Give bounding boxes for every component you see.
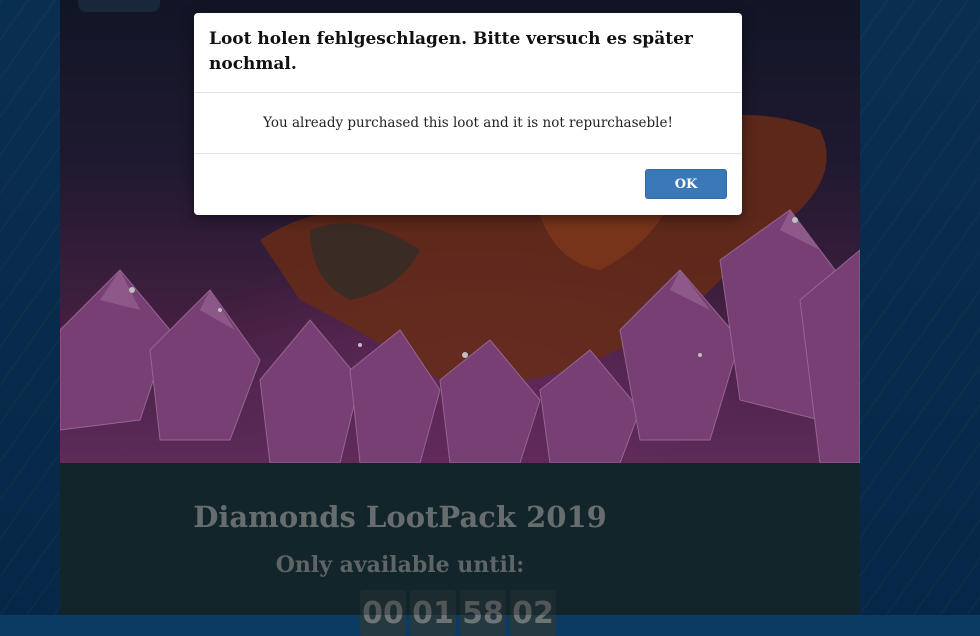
dialog-message: You already purchased this loot and it i… bbox=[263, 115, 673, 131]
ok-button[interactable]: OK bbox=[645, 169, 727, 199]
dialog-footer: OK bbox=[194, 154, 742, 215]
dialog-header: Loot holen fehlgeschlagen. Bitte versuch… bbox=[194, 13, 742, 93]
dialog-body: You already purchased this loot and it i… bbox=[194, 93, 742, 154]
dialog-title: Loot holen fehlgeschlagen. Bitte versuch… bbox=[209, 29, 693, 74]
error-dialog: Loot holen fehlgeschlagen. Bitte versuch… bbox=[194, 13, 742, 215]
